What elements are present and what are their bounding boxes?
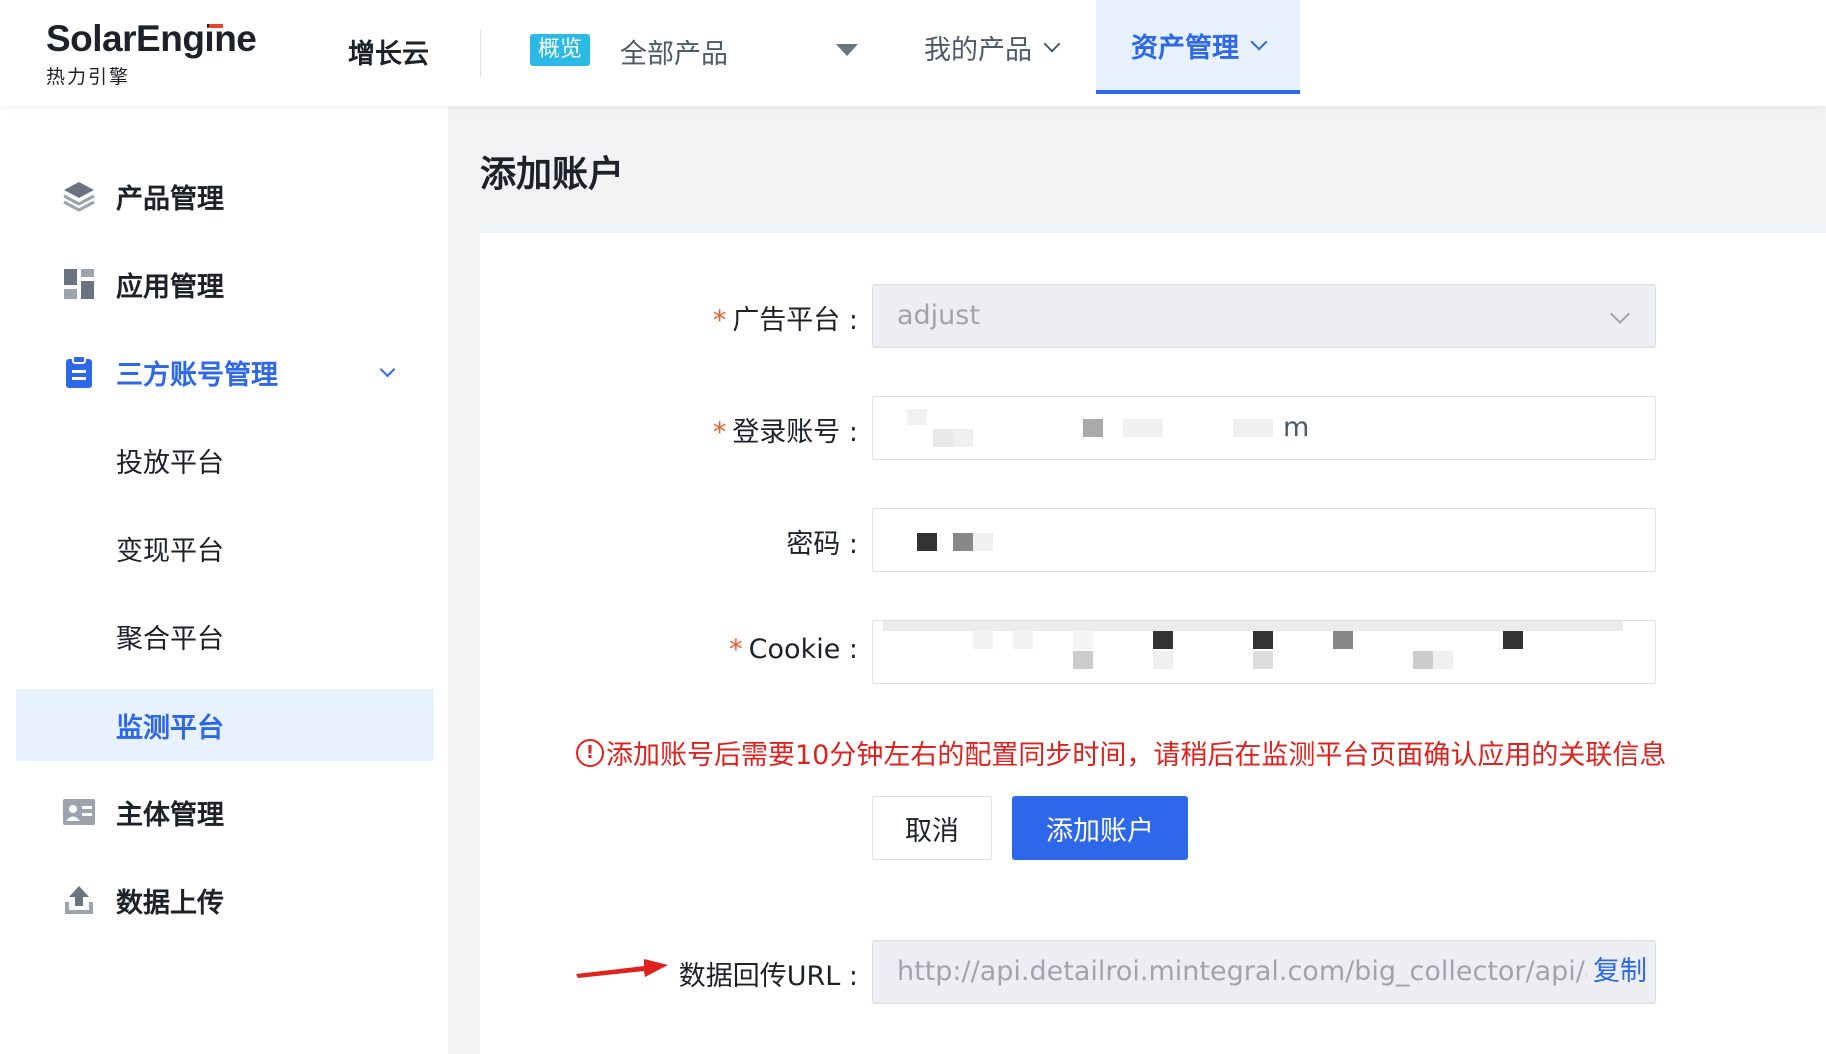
header-divider	[480, 30, 481, 78]
redacted-mosaic	[917, 533, 993, 551]
sidebar-item-mediation-platform[interactable]: 聚合平台	[0, 606, 448, 666]
overview-badge[interactable]: 概览	[530, 34, 591, 66]
sidebar-item-product-management[interactable]: 产品管理	[0, 166, 448, 226]
layers-icon	[62, 179, 96, 213]
sync-notice: ! 添加账号后需要10分钟左右的配置同步时间，请稍后在监测平台页面确认应用的关联…	[576, 733, 1666, 772]
sidebar-item-data-upload[interactable]: 数据上传	[0, 870, 448, 930]
redacted-mosaic	[883, 621, 1623, 669]
logo-wordmark: SolarEngine	[46, 18, 257, 59]
ad-platform-label: * 广告平台 :	[712, 305, 858, 336]
sidebar-item-app-management[interactable]: 应用管理	[0, 254, 448, 314]
nav-asset-management-label: 资产管理	[1131, 32, 1239, 64]
id-card-icon	[62, 795, 96, 829]
warning-icon: !	[576, 738, 604, 767]
sidebar-item-label: 投放平台	[116, 447, 224, 479]
sidebar-item-ad-platform[interactable]: 投放平台	[0, 430, 448, 490]
product-selector[interactable]: 全部产品	[620, 32, 728, 71]
product-line-title[interactable]: 增长云	[348, 32, 429, 71]
add-account-button[interactable]: 添加账户	[1012, 796, 1188, 860]
sidebar-item-entity-management[interactable]: 主体管理	[0, 782, 448, 842]
sidebar-item-third-party-accounts[interactable]: 三方账号管理	[0, 342, 448, 402]
callback-url-field[interactable]: http://api.detailroi.mintegral.com/big_c…	[872, 940, 1656, 1004]
chevron-down-icon	[1610, 304, 1630, 324]
required-mark: *	[729, 634, 743, 665]
password-label: 密码 :	[786, 529, 858, 560]
sidebar-item-label: 监测平台	[116, 712, 224, 744]
ad-platform-value: adjust	[897, 300, 980, 331]
sidebar-item-label: 聚合平台	[116, 623, 224, 655]
login-account-input[interactable]: m	[872, 396, 1656, 460]
nav-asset-management[interactable]: 资产管理	[1096, 0, 1300, 94]
sidebar-item-label: 应用管理	[116, 271, 224, 303]
caret-down-icon[interactable]	[836, 44, 858, 56]
copy-link[interactable]: 复制	[1591, 941, 1647, 1003]
login-account-label: * 登录账号 :	[712, 417, 858, 448]
sidebar-item-monetization-platform[interactable]: 变现平台	[0, 518, 448, 578]
sync-notice-text: 添加账号后需要10分钟左右的配置同步时间，请稍后在监测平台页面确认应用的关联信息	[606, 740, 1667, 771]
sidebar-item-label: 三方账号管理	[116, 359, 278, 391]
sidebar-item-label: 主体管理	[116, 799, 224, 831]
chevron-down-icon[interactable]	[379, 361, 396, 377]
solarengine-logo[interactable]: SolarEngine 热力引擎	[46, 18, 257, 89]
cancel-button[interactable]: 取消	[872, 796, 992, 860]
sidebar: 产品管理 应用管理 三方账号管理 投放平台 变现平台 聚合平台 监测平台 主体管…	[0, 106, 448, 1054]
chevron-down-icon	[1043, 35, 1061, 53]
ad-platform-select[interactable]: adjust	[872, 284, 1656, 348]
login-account-visible-text: m	[1283, 412, 1310, 443]
page-title: 添加账户	[480, 154, 625, 195]
logo-accent-mark	[209, 24, 223, 28]
cookie-input[interactable]	[872, 620, 1656, 684]
sidebar-item-label: 数据上传	[116, 887, 224, 919]
top-header: SolarEngine 热力引擎 增长云 概览 全部产品 我的产品 资产管理	[0, 0, 1826, 106]
nav-my-products-label: 我的产品	[924, 34, 1032, 66]
clipboard-icon	[62, 355, 96, 389]
callback-url-value: http://api.detailroi.mintegral.com/big_c…	[897, 956, 1587, 987]
sidebar-item-label: 产品管理	[116, 183, 224, 215]
required-mark: *	[712, 417, 727, 448]
sidebar-item-label: 变现平台	[116, 535, 224, 567]
sidebar-item-tracking-platform[interactable]: 监测平台	[16, 689, 434, 761]
password-input[interactable]	[872, 508, 1656, 572]
upload-icon	[62, 883, 96, 917]
nav-my-products[interactable]: 我的产品	[924, 0, 1061, 94]
required-mark: *	[712, 305, 727, 336]
dashboard-icon	[62, 267, 96, 301]
redacted-mosaic	[907, 409, 1273, 447]
chevron-down-icon	[1250, 33, 1268, 51]
cookie-label: * Cookie :	[729, 634, 858, 665]
callback-url-label: 数据回传URL :	[678, 961, 858, 992]
logo-subtitle: 热力引擎	[46, 66, 131, 88]
